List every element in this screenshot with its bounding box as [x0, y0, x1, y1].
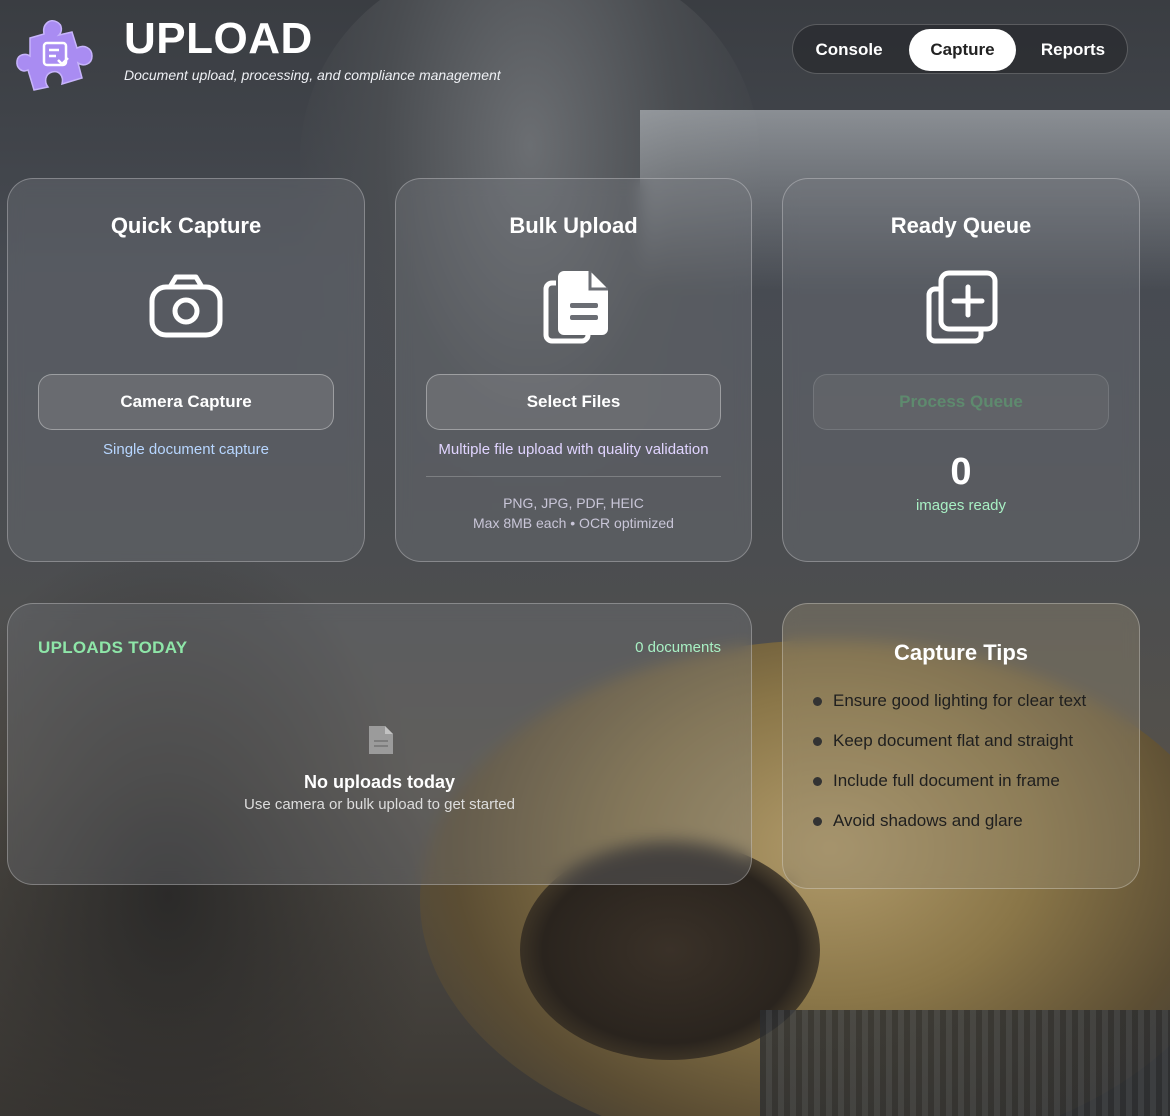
camera-icon: [149, 274, 223, 338]
queue-count: 0: [950, 451, 972, 493]
bullet-icon: [813, 777, 822, 786]
queue-count-label: images ready: [915, 497, 1007, 514]
list-item: Avoid shadows and glare: [813, 808, 1113, 833]
list-item: Keep document flat and straight: [813, 728, 1113, 753]
nav-tabs: Console Capture Reports: [792, 24, 1128, 74]
quick-capture-caption: Single document capture: [103, 441, 269, 458]
process-queue-button[interactable]: Process Queue: [813, 374, 1109, 430]
capture-tips-panel: Capture Tips Ensure good lighting for cl…: [782, 603, 1140, 889]
ready-queue-title: Ready Queue: [890, 213, 1032, 238]
quick-capture-card: Quick Capture Camera Capture Single docu…: [7, 178, 365, 562]
app-title: UPLOAD: [124, 14, 313, 63]
capture-tips-title: Capture Tips: [893, 640, 1029, 665]
empty-state-subtitle: Use camera or bulk upload to get started: [244, 796, 515, 813]
bulk-upload-caption: Multiple file upload with quality valida…: [438, 441, 709, 458]
uploads-count: 0 documents: [635, 639, 721, 656]
documents-icon: [543, 271, 608, 344]
app-subtitle: Document upload, processing, and complia…: [124, 67, 501, 83]
bullet-icon: [813, 737, 822, 746]
list-item: Ensure good lighting for clear text: [813, 688, 1113, 713]
uploads-today-title: UPLOADS TODAY: [38, 638, 188, 657]
divider: [426, 476, 721, 477]
bulk-upload-title: Bulk Upload: [509, 213, 638, 238]
add-to-queue-icon: [926, 270, 998, 344]
puzzle-logo-icon: [16, 20, 93, 91]
file-icon: [369, 726, 393, 754]
camera-capture-button[interactable]: Camera Capture: [38, 374, 334, 430]
bullet-icon: [813, 697, 822, 706]
tips-list: Ensure good lighting for clear text Keep…: [813, 688, 1113, 848]
tab-reports[interactable]: Reports: [1025, 29, 1121, 71]
uploads-today-panel: UPLOADS TODAY 0 documents No uploads tod…: [7, 603, 752, 885]
list-item: Include full document in frame: [813, 768, 1113, 793]
app-header: UPLOAD Document upload, processing, and …: [0, 0, 1170, 110]
quick-capture-title: Quick Capture: [110, 213, 262, 238]
ready-queue-card: Ready Queue Process Queue 0 images ready: [782, 178, 1140, 562]
tab-console[interactable]: Console: [801, 29, 897, 71]
tab-capture[interactable]: Capture: [909, 29, 1016, 71]
select-files-button[interactable]: Select Files: [426, 374, 721, 430]
empty-state-title: No uploads today: [303, 772, 455, 792]
bullet-icon: [813, 817, 822, 826]
bulk-upload-card: Bulk Upload Select Files Multiple file u…: [395, 178, 752, 562]
file-limits: Max 8MB each • OCR optimized: [473, 515, 674, 531]
supported-formats: PNG, JPG, PDF, HEIC: [503, 495, 644, 511]
upload-requirements: PNG, JPG, PDF, HEIC Max 8MB each • OCR o…: [396, 493, 751, 533]
